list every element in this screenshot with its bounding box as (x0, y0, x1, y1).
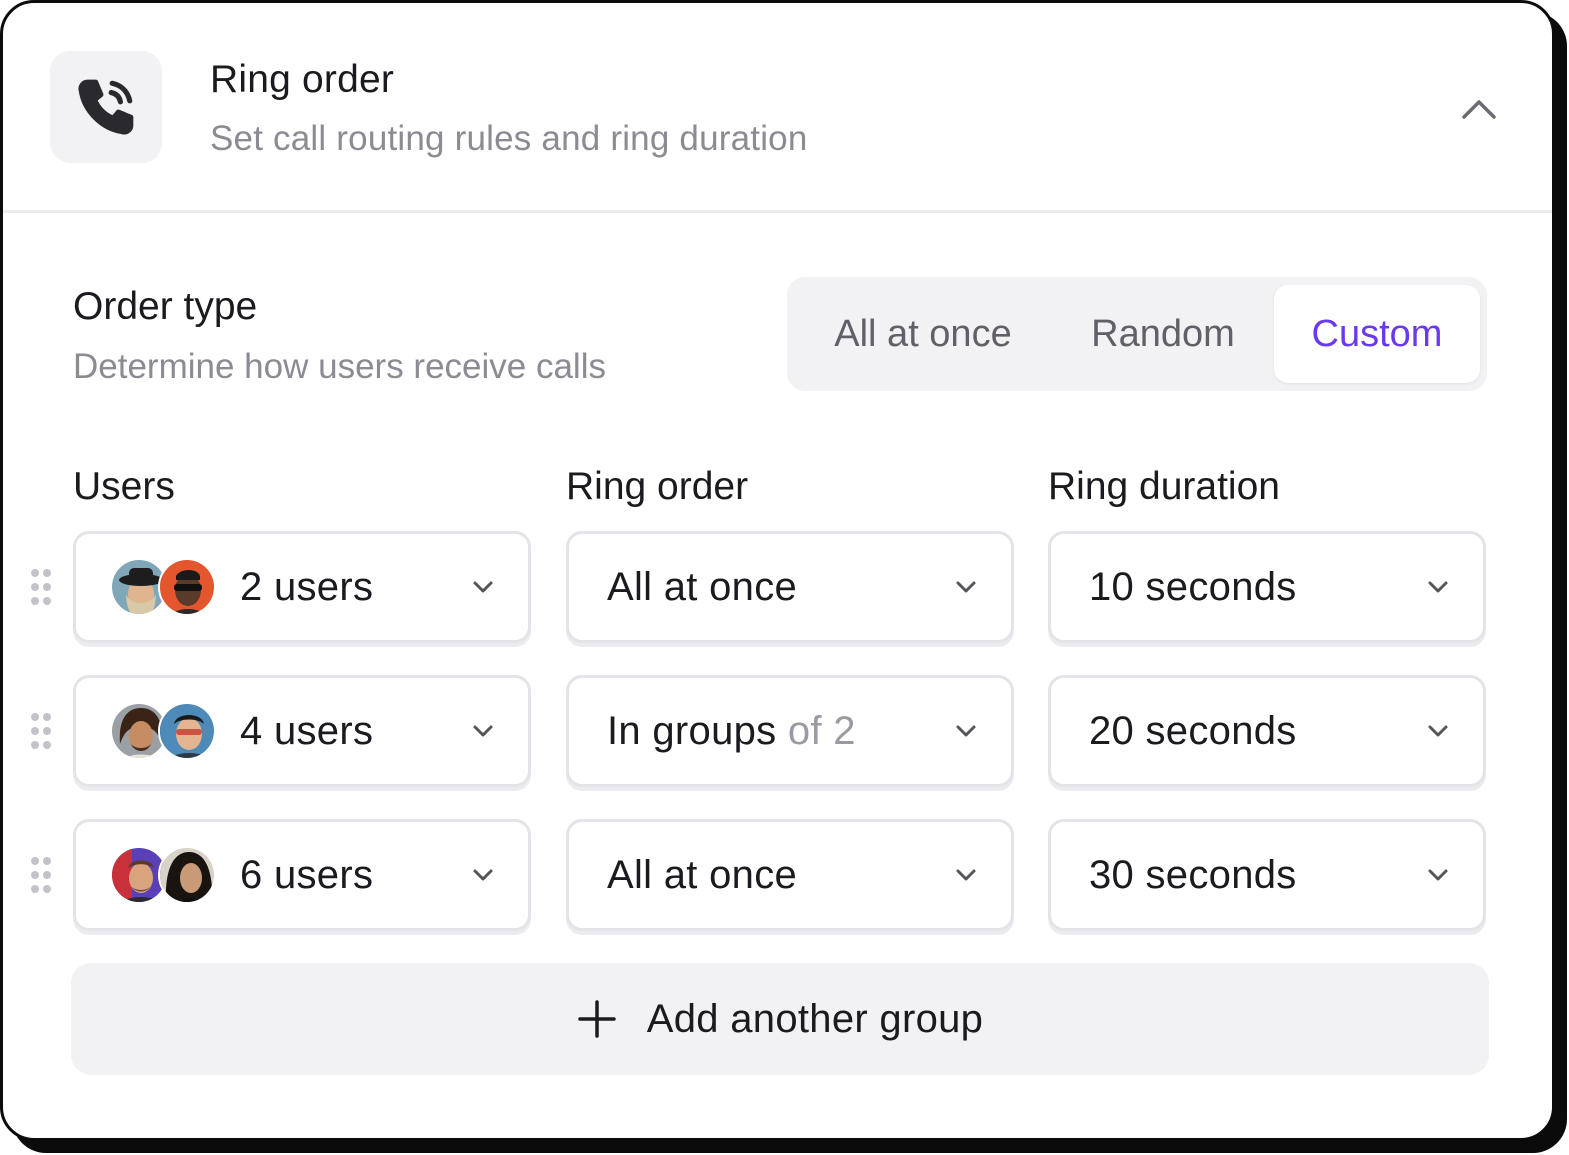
chevron-down-icon (473, 581, 493, 593)
ring-order-select[interactable]: In groups of 2 (566, 675, 1014, 787)
chevron-down-icon (956, 581, 976, 593)
card-subtitle: Set call routing rules and ring duration (210, 119, 808, 158)
column-label-ring-duration: Ring duration (1048, 465, 1280, 508)
column-label-users: Users (73, 465, 175, 508)
avatar (158, 846, 216, 904)
ring-duration-select[interactable]: 20 seconds (1048, 675, 1486, 787)
segment-random[interactable]: Random (1057, 285, 1269, 383)
card-header: Ring order Set call routing rules and ri… (3, 3, 1552, 213)
segment-all-at-once[interactable]: All at once (803, 285, 1043, 383)
avatar (158, 558, 216, 616)
order-type-segmented-control: All at once Random Custom (787, 277, 1487, 391)
avatar-group (110, 846, 220, 904)
chevron-down-icon (473, 725, 493, 737)
ring-duration-select[interactable]: 10 seconds (1048, 531, 1486, 643)
ring-order-text: In groups (607, 708, 777, 753)
drag-handle-icon[interactable] (29, 569, 59, 609)
users-select[interactable]: 4 users (73, 675, 531, 787)
ring-duration-value: 30 seconds (1089, 852, 1297, 897)
chevron-down-icon (473, 869, 493, 881)
avatar-group (110, 702, 220, 760)
chevron-down-icon (1428, 581, 1448, 593)
avatar (158, 702, 216, 760)
users-select[interactable]: 6 users (73, 819, 531, 931)
card-title: Ring order (210, 58, 395, 101)
ring-order-select[interactable]: All at once (566, 531, 1014, 643)
drag-handle-icon[interactable] (29, 713, 59, 753)
ring-order-text: All at once (607, 564, 798, 609)
order-type-title: Order type (73, 285, 258, 328)
ring-order-value: All at once (607, 822, 797, 928)
ring-duration-select[interactable]: 30 seconds (1048, 819, 1486, 931)
users-select[interactable]: 2 users (73, 531, 531, 643)
users-count: 4 users (240, 708, 374, 753)
chevron-down-icon (956, 869, 976, 881)
order-type-subtitle: Determine how users receive calls (73, 347, 606, 386)
ring-order-value: All at once (607, 534, 797, 640)
chevron-down-icon (1428, 725, 1448, 737)
ring-order-value: In groups of 2 (607, 678, 856, 784)
chevron-down-icon (1428, 869, 1448, 881)
plus-icon (578, 1000, 616, 1038)
users-count: 2 users (240, 564, 374, 609)
add-group-label: Add another group (646, 996, 984, 1041)
chevron-down-icon (956, 725, 976, 737)
drag-handle-icon[interactable] (29, 857, 59, 897)
column-label-ring-order: Ring order (566, 465, 749, 508)
ring-order-group-size: of 2 (787, 708, 856, 753)
users-count: 6 users (240, 852, 374, 897)
ring-duration-value: 20 seconds (1089, 708, 1297, 753)
ring-order-text: All at once (607, 852, 798, 897)
ring-order-select[interactable]: All at once (566, 819, 1014, 931)
ring-duration-value: 10 seconds (1089, 564, 1297, 609)
avatar-group (110, 558, 220, 616)
ring-order-card: Ring order Set call routing rules and ri… (0, 0, 1555, 1141)
add-group-button[interactable]: Add another group (71, 963, 1489, 1075)
chevron-up-icon[interactable] (1453, 85, 1505, 133)
phone-ringing-icon (50, 51, 162, 163)
segment-custom[interactable]: Custom (1274, 285, 1480, 383)
